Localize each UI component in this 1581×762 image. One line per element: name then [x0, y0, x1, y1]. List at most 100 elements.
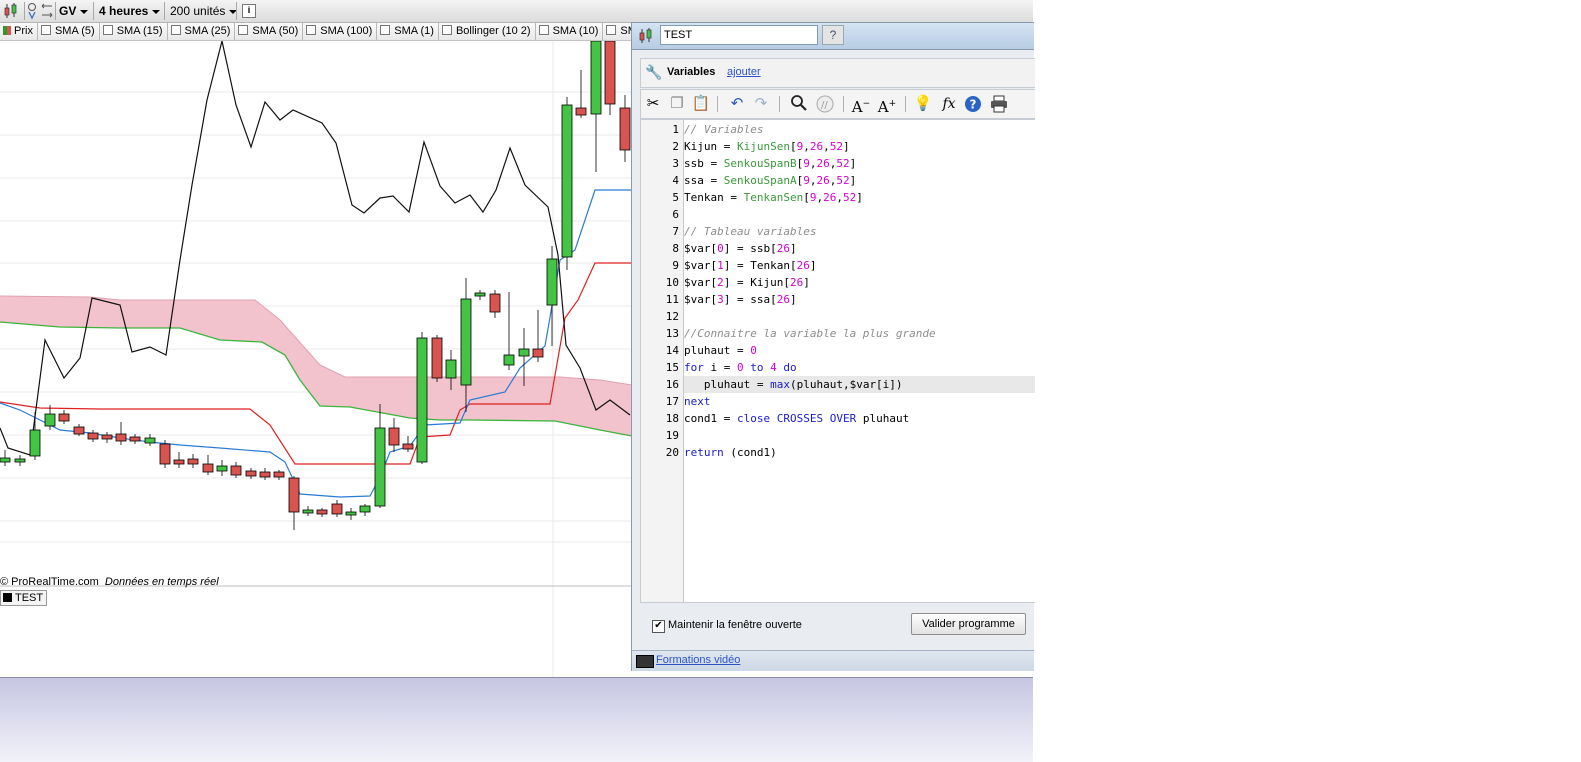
indicator-item[interactable]: SMA (15) — [100, 23, 168, 40]
indicator-swatch — [3, 593, 12, 602]
function-icon[interactable]: fx — [939, 94, 959, 114]
indicator-item[interactable]: Bollinger (10 2) — [439, 23, 536, 40]
code-line[interactable]: Tenkan = TenkanSen[9,26,52] — [684, 189, 1035, 206]
units-selector[interactable]: 200 unités — [170, 2, 238, 20]
candle-up — [474, 290, 486, 300]
help-icon[interactable]: ? — [963, 94, 983, 114]
code-line[interactable]: // Tableau variables — [684, 223, 1035, 240]
line-number: 19 — [665, 429, 679, 442]
indicator-label: Bollinger (10 2) — [455, 25, 531, 37]
symbol-label: GV — [59, 4, 77, 18]
code-line[interactable]: Kijun = KijunSen[9,26,52] — [684, 138, 1035, 155]
code-line[interactable] — [684, 308, 1035, 325]
line-number: 4 — [672, 174, 679, 187]
indicator-tag[interactable]: TEST — [0, 590, 48, 606]
code-line[interactable]: cond1 = close CROSSES OVER pluhaut — [684, 410, 1035, 427]
undo-icon[interactable]: ↶ — [727, 94, 747, 114]
code-line[interactable] — [684, 427, 1035, 444]
line-number: 8 — [672, 242, 679, 255]
validate-program-button[interactable]: Valider programme — [911, 613, 1026, 635]
candle-down — [245, 468, 257, 479]
code-line[interactable]: $var[3] = ssa[26] — [684, 291, 1035, 308]
line-number: 1 — [672, 123, 679, 136]
indicator-checkbox[interactable] — [170, 25, 181, 35]
code-line[interactable]: for i = 0 to 4 do — [684, 359, 1035, 376]
line-number: 16 — [665, 378, 679, 391]
code-line[interactable]: ssb = SenkouSpanB[9,26,52] — [684, 155, 1035, 172]
line-number: 6 — [672, 208, 679, 221]
bottom-panel — [0, 677, 1033, 762]
print-icon[interactable] — [989, 94, 1009, 114]
indicator-checkbox[interactable] — [102, 25, 113, 35]
indicator-bar: Prix SMA (5) SMA (15) SMA (25) SMA (50) SMA (… — [0, 23, 632, 41]
code-editor[interactable]: 1 2 3 4 5 6 7 8 9 10 11 12 13 14 15 16 17 18 19 20 // Varia… — [640, 119, 1035, 603]
video-tutorials-link[interactable]: Formations vidéo — [656, 654, 740, 666]
indicator-label: SMA (100) — [320, 25, 373, 37]
code-line[interactable]: next — [684, 393, 1035, 410]
lightbulb-icon[interactable]: 💡 — [913, 94, 933, 114]
keep-open-label: Maintenir la fenêtre ouverte — [668, 619, 802, 631]
editor-toolbar: ✂ ❐ 📋 ↶ ↷ // A− A+ 💡 fx ? — [640, 89, 1035, 119]
cursor-tool-icon[interactable] — [26, 2, 40, 20]
copy-icon[interactable]: ❐ — [667, 94, 687, 114]
candle-down — [58, 410, 70, 424]
candle-up — [546, 246, 558, 346]
variables-row: 🔧 Variables ajouter — [640, 58, 1035, 88]
editor-title-bar[interactable]: ? — [632, 23, 1034, 50]
candlestick-icon[interactable] — [2, 2, 20, 20]
indicator-checkbox[interactable] — [538, 25, 549, 35]
add-variable-link[interactable]: ajouter — [727, 66, 761, 78]
candle-up — [302, 506, 314, 516]
font-decrease-icon[interactable]: A− — [851, 94, 871, 116]
code-line[interactable]: //Connaitre la variable la plus grande — [684, 325, 1035, 342]
indicator-checkbox[interactable] — [40, 25, 51, 35]
code-line[interactable]: return (cond1) — [684, 444, 1035, 461]
comment-icon[interactable]: // — [815, 94, 835, 114]
indicator-item[interactable]: SMA (10) — [536, 23, 604, 40]
measure-tool-icon[interactable] — [40, 2, 54, 20]
indicator-checkbox[interactable] — [606, 25, 617, 35]
program-name-input[interactable] — [660, 25, 818, 45]
indicator-item[interactable]: SMA (25) — [168, 23, 236, 40]
font-decrease-glyph: A — [851, 98, 863, 116]
line-number: 9 — [672, 259, 679, 272]
code-line[interactable]: pluhaut = 0 — [684, 342, 1035, 359]
code-line[interactable]: $var[0] = ssb[26] — [684, 240, 1035, 257]
indicator-item[interactable]: SMA (1 — [603, 23, 632, 40]
indicator-item[interactable]: SMA (5) — [38, 23, 100, 40]
symbol-selector[interactable]: GV — [59, 2, 89, 20]
candle-down — [532, 310, 544, 362]
code-line[interactable]: $var[2] = Kijun[26] — [684, 274, 1035, 291]
chevron-down-icon — [152, 9, 161, 14]
candlestick-icon — [637, 27, 655, 48]
line-number: 18 — [665, 412, 679, 425]
help-document-icon[interactable]: ? — [822, 25, 844, 45]
editor-footer: Formations vidéo — [632, 650, 1034, 671]
indicator-item[interactable]: SMA (50) — [235, 23, 304, 40]
indicator-checkbox[interactable] — [441, 25, 452, 35]
ichimoku-cloud — [0, 296, 632, 436]
code-line[interactable]: ssa = SenkouSpanA[9,26,52] — [684, 172, 1035, 189]
keep-open-checkbox[interactable]: ✔ — [652, 620, 665, 633]
indicator-checkbox[interactable] — [306, 25, 317, 35]
font-increase-icon[interactable]: A+ — [877, 94, 897, 116]
code-line[interactable]: pluhaut = max(pluhaut,$var[i]) — [684, 376, 1035, 393]
indicator-price[interactable]: Prix — [0, 23, 38, 40]
code-line[interactable]: // Variables — [684, 121, 1035, 138]
indicator-checkbox[interactable] — [380, 25, 391, 35]
redo-icon[interactable]: ↷ — [751, 94, 771, 114]
search-icon[interactable] — [789, 94, 809, 114]
indicator-label: SMA (25) — [184, 25, 231, 37]
indicator-tag-label: TEST — [15, 592, 44, 604]
code-line[interactable]: $var[1] = Tenkan[26] — [684, 257, 1035, 274]
timeframe-selector[interactable]: 4 heures — [99, 2, 161, 20]
candle-up — [144, 434, 156, 446]
info-icon[interactable]: i — [242, 4, 256, 18]
indicator-checkbox[interactable] — [238, 25, 249, 35]
cut-icon[interactable]: ✂ — [643, 94, 663, 114]
code-line[interactable] — [684, 206, 1035, 223]
indicator-item[interactable]: SMA (100) — [303, 23, 378, 40]
paste-icon[interactable]: 📋 — [691, 94, 711, 114]
indicator-item[interactable]: SMA (1) — [377, 23, 439, 40]
timeframe-label: 4 heures — [99, 4, 149, 18]
